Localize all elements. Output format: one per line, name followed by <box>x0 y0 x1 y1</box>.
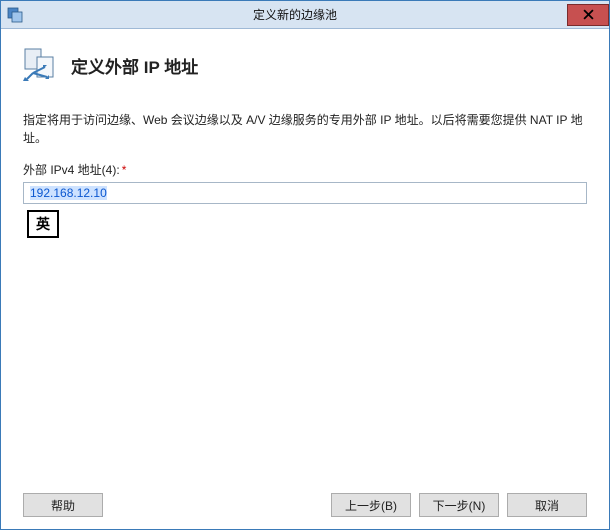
ip4-field-label: 外部 IPv4 地址(4):* <box>23 161 587 178</box>
external-ipv4-input[interactable] <box>23 182 587 204</box>
app-icon <box>7 7 23 23</box>
content-area: 定义外部 IP 地址 指定将用于访问边缘、Web 会议边缘以及 A/V 边缘服务… <box>1 29 609 529</box>
wizard-window: 定义新的边缘池 定义外部 IP 地址 <box>0 0 610 530</box>
help-button[interactable]: 帮助 <box>23 493 103 517</box>
page-description: 指定将用于访问边缘、Web 会议边缘以及 A/V 边缘服务的专用外部 IP 地址… <box>23 111 587 147</box>
button-row: 帮助 上一步(B) 下一步(N) 取消 <box>23 483 587 517</box>
close-icon <box>583 7 594 23</box>
servers-icon <box>23 47 59 83</box>
cancel-button[interactable]: 取消 <box>507 493 587 517</box>
spacer <box>23 238 587 483</box>
ime-indicator[interactable]: 英 <box>27 210 59 238</box>
window-title: 定义新的边缘池 <box>23 6 567 23</box>
titlebar: 定义新的边缘池 <box>1 1 609 29</box>
page-title: 定义外部 IP 地址 <box>71 53 198 78</box>
close-button[interactable] <box>567 4 609 26</box>
back-button[interactable]: 上一步(B) <box>331 493 411 517</box>
next-button[interactable]: 下一步(N) <box>419 493 499 517</box>
required-indicator: * <box>122 163 127 177</box>
page-header: 定义外部 IP 地址 <box>23 47 587 83</box>
